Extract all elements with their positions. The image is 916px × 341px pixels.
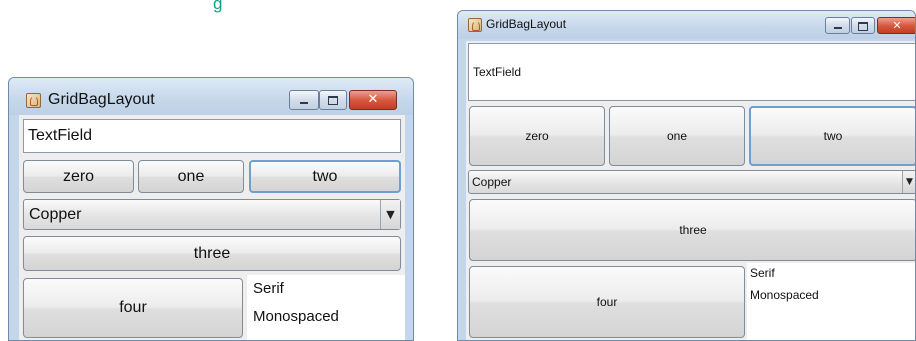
minimize-button[interactable] [825,17,850,34]
close-button[interactable]: ✕ [877,17,915,34]
list-item[interactable]: Monospaced [253,308,339,325]
window-left-titlebar[interactable]: GridBagLayout ✕ [9,78,413,115]
java-app-icon [468,18,482,32]
button-four[interactable]: four [23,278,243,338]
button-zero[interactable]: zero [23,160,134,193]
combo-selected-value: Copper [29,205,82,223]
button-one[interactable]: one [138,160,244,193]
button-zero[interactable]: zero [469,106,605,166]
window-right-titlebar[interactable]: GridBagLayout ✕ [458,11,915,39]
minimize-button[interactable] [289,90,319,110]
window-left-content: TextField zero one two Copper ▼ three fo… [19,115,405,340]
button-four[interactable]: four [469,266,745,338]
minimize-icon [833,27,842,29]
font-list[interactable]: Serif Monospaced [247,275,405,340]
caption-text: g [213,0,223,13]
button-three[interactable]: three [469,199,915,261]
chevron-down-icon[interactable]: ▼ [902,171,915,193]
list-item[interactable]: Serif [253,280,284,297]
font-list[interactable]: Serif Monospaced [747,263,915,340]
maximize-button[interactable] [319,90,347,110]
button-two[interactable]: two [749,106,915,166]
button-two[interactable]: two [249,160,401,193]
minimize-icon [300,102,308,104]
window-right-content: TextField zero one two Copper ▼ three fo… [466,41,915,340]
list-item[interactable]: Serif [750,266,775,280]
close-icon: ✕ [892,19,902,32]
button-one[interactable]: one [609,106,745,166]
chevron-down-icon[interactable]: ▼ [380,200,400,229]
close-button[interactable]: ✕ [349,90,397,110]
button-three[interactable]: three [23,236,401,271]
textfield[interactable]: TextField [23,119,401,153]
close-icon: ✕ [367,92,379,107]
maximize-icon [858,21,868,31]
window-title: GridBagLayout [48,91,155,108]
list-item[interactable]: Monospaced [750,288,819,302]
maximize-button[interactable] [851,17,875,34]
maximize-icon [328,96,338,105]
combo-box[interactable]: Copper ▼ [468,170,915,194]
textfield[interactable]: TextField [468,43,915,101]
java-app-icon [26,93,41,108]
window-right: GridBagLayout ✕ TextField zero one two C… [457,10,916,341]
combo-box[interactable]: Copper ▼ [23,199,401,230]
combo-selected-value: Copper [472,175,512,189]
window-left: GridBagLayout ✕ TextField zero one two C… [8,77,414,341]
window-title: GridBagLayout [486,17,567,31]
